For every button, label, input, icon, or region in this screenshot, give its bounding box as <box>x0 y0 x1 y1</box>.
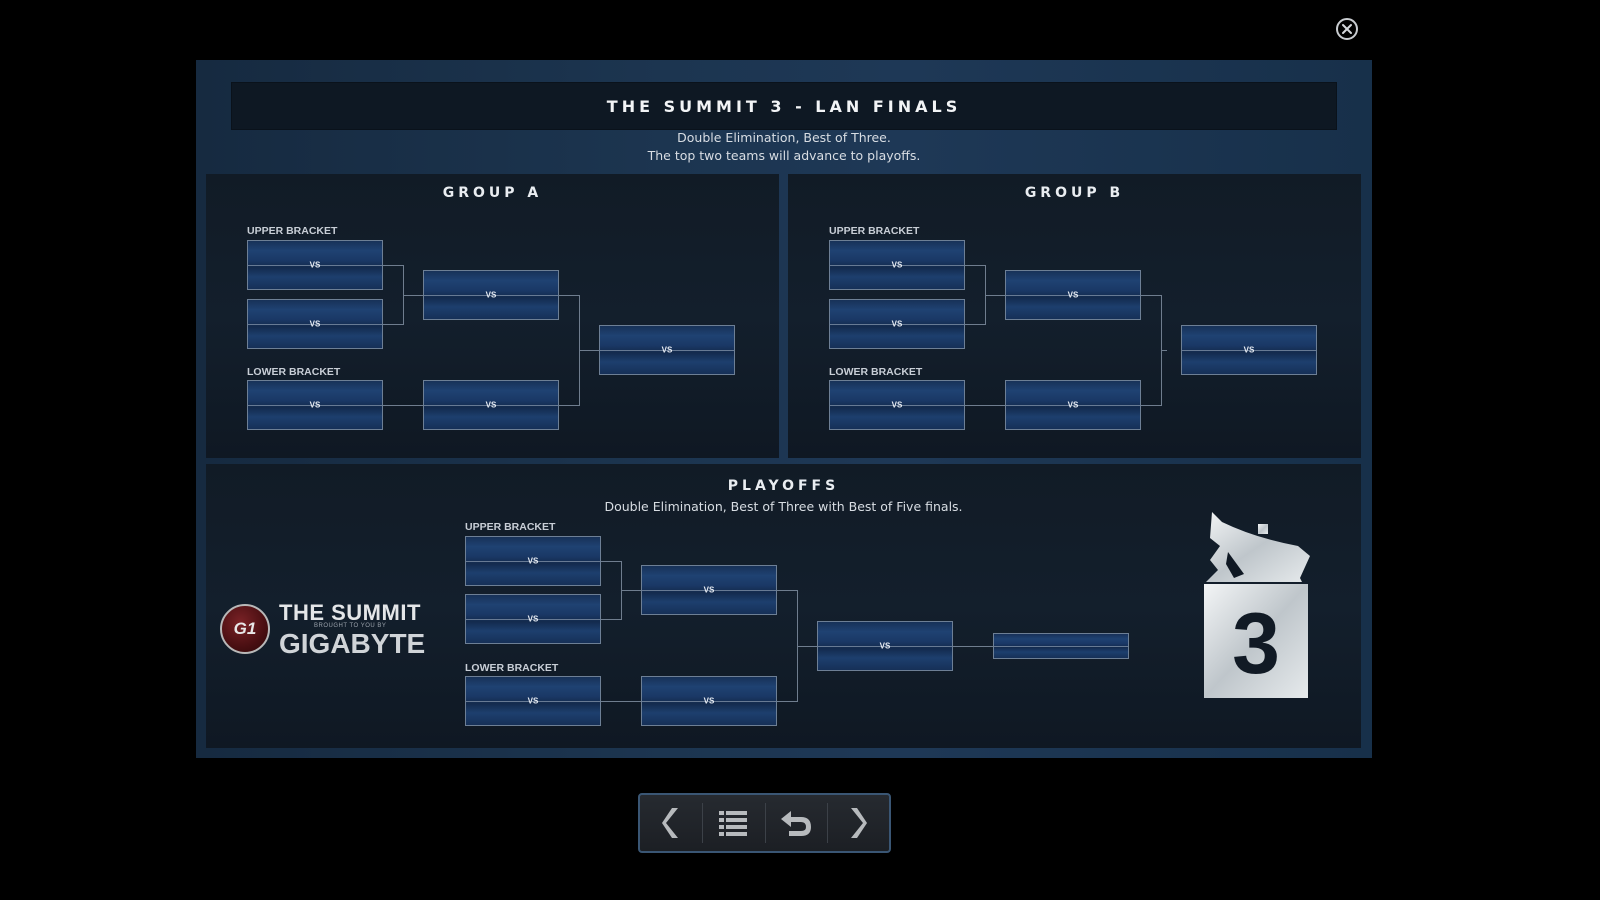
chevron-left-icon <box>662 808 679 838</box>
vs-label: VS <box>891 400 903 410</box>
connector <box>777 701 797 702</box>
connector <box>579 350 599 351</box>
group-a-ub-final[interactable]: VS <box>423 270 559 320</box>
group-b-ub-match-2[interactable]: VS <box>829 299 965 349</box>
group-a-upper-label: UPPER BRACKET <box>247 225 338 237</box>
connector <box>953 646 993 647</box>
vs-label: VS <box>309 260 321 270</box>
connector <box>1141 295 1161 296</box>
playoffs-grand-final[interactable]: VS <box>817 621 953 671</box>
group-b-lower-label: LOWER BRACKET <box>829 366 923 378</box>
group-a-panel: GROUP A UPPER BRACKET LOWER BRACKET VS V… <box>206 174 779 458</box>
group-a-lower-label: LOWER BRACKET <box>247 366 341 378</box>
connector <box>965 405 1005 406</box>
navigation-bar <box>638 793 891 853</box>
vs-label: VS <box>703 585 715 595</box>
playoffs-ub-match-2[interactable]: VS <box>465 594 601 644</box>
connector <box>965 265 985 266</box>
group-b-panel: GROUP B UPPER BRACKET LOWER BRACKET VS V… <box>788 174 1361 458</box>
connector <box>621 590 641 591</box>
vs-label: VS <box>309 400 321 410</box>
next-button[interactable] <box>826 795 889 851</box>
title-bar: THE SUMMIT 3 - LAN FINALS <box>231 82 1337 130</box>
vs-label: VS <box>891 260 903 270</box>
playoffs-lb-match-2[interactable]: VS <box>641 676 777 726</box>
playoffs-lower-label: LOWER BRACKET <box>465 662 559 674</box>
connector <box>559 405 579 406</box>
connector <box>601 619 621 620</box>
connector <box>601 561 621 562</box>
connector <box>383 405 423 406</box>
playoffs-ub-final[interactable]: VS <box>641 565 777 615</box>
list-icon <box>719 811 748 836</box>
vs-label: VS <box>661 345 673 355</box>
connector <box>1161 350 1167 351</box>
group-a-final[interactable]: VS <box>599 325 735 375</box>
previous-button[interactable] <box>640 795 702 851</box>
subtitle-line-2: The top two teams will advance to playof… <box>647 148 921 163</box>
playoffs-title: PLAYOFFS <box>727 478 840 494</box>
vs-label: VS <box>527 556 539 566</box>
event-number: 3 <box>1232 596 1280 692</box>
vs-label: VS <box>1067 290 1079 300</box>
vs-label: VS <box>879 641 891 651</box>
connector <box>383 265 403 266</box>
chevron-right-icon <box>850 808 867 838</box>
group-b-lb-match-2[interactable]: VS <box>1005 380 1141 430</box>
subtitle-line-1: Double Elimination, Best of Three. <box>677 130 891 145</box>
group-a-lb-match-2[interactable]: VS <box>423 380 559 430</box>
group-b-ub-match-1[interactable]: VS <box>829 240 965 290</box>
connector <box>777 590 797 591</box>
group-b-title: GROUP B <box>1024 185 1125 201</box>
playoffs-champion-slot[interactable] <box>993 633 1129 659</box>
connector <box>559 295 579 296</box>
group-b-upper-label: UPPER BRACKET <box>829 225 920 237</box>
group-a-ub-match-1[interactable]: VS <box>247 240 383 290</box>
connector <box>403 295 423 296</box>
vs-label: VS <box>485 290 497 300</box>
connector <box>965 324 985 325</box>
playoffs-lb-match-1[interactable]: VS <box>465 676 601 726</box>
connector <box>601 701 641 702</box>
g1-gaming-logo: G1 <box>220 604 270 654</box>
vs-label: VS <box>891 319 903 329</box>
close-button[interactable] <box>1336 18 1358 40</box>
vs-label: VS <box>703 696 715 706</box>
summit-3-logo: 3 <box>1200 508 1320 703</box>
vs-label: VS <box>309 319 321 329</box>
vs-label: VS <box>485 400 497 410</box>
playoffs-upper-label: UPPER BRACKET <box>465 521 556 533</box>
sponsor-line-3: GIGABYTE <box>279 628 426 659</box>
group-a-title: GROUP A <box>442 185 543 201</box>
group-b-final[interactable]: VS <box>1181 325 1317 375</box>
close-icon <box>1342 24 1352 34</box>
vs-label: VS <box>1067 400 1079 410</box>
connector <box>797 646 817 647</box>
g1-badge-text: G1 <box>233 619 257 638</box>
connector <box>383 324 403 325</box>
back-button[interactable] <box>764 795 827 851</box>
group-b-ub-final[interactable]: VS <box>1005 270 1141 320</box>
vs-label: VS <box>1243 345 1255 355</box>
group-b-lb-match-1[interactable]: VS <box>829 380 965 430</box>
connector <box>1141 405 1161 406</box>
list-button[interactable] <box>702 795 764 851</box>
vs-label: VS <box>527 614 539 624</box>
playoffs-subtitle: Double Elimination, Best of Three with B… <box>604 499 963 514</box>
vs-label: VS <box>527 696 539 706</box>
group-a-lb-match-1[interactable]: VS <box>247 380 383 430</box>
undo-icon <box>780 811 811 836</box>
group-a-ub-match-2[interactable]: VS <box>247 299 383 349</box>
page-title: THE SUMMIT 3 - LAN FINALS <box>606 96 962 116</box>
connector <box>985 295 1005 296</box>
playoffs-ub-match-1[interactable]: VS <box>465 536 601 586</box>
